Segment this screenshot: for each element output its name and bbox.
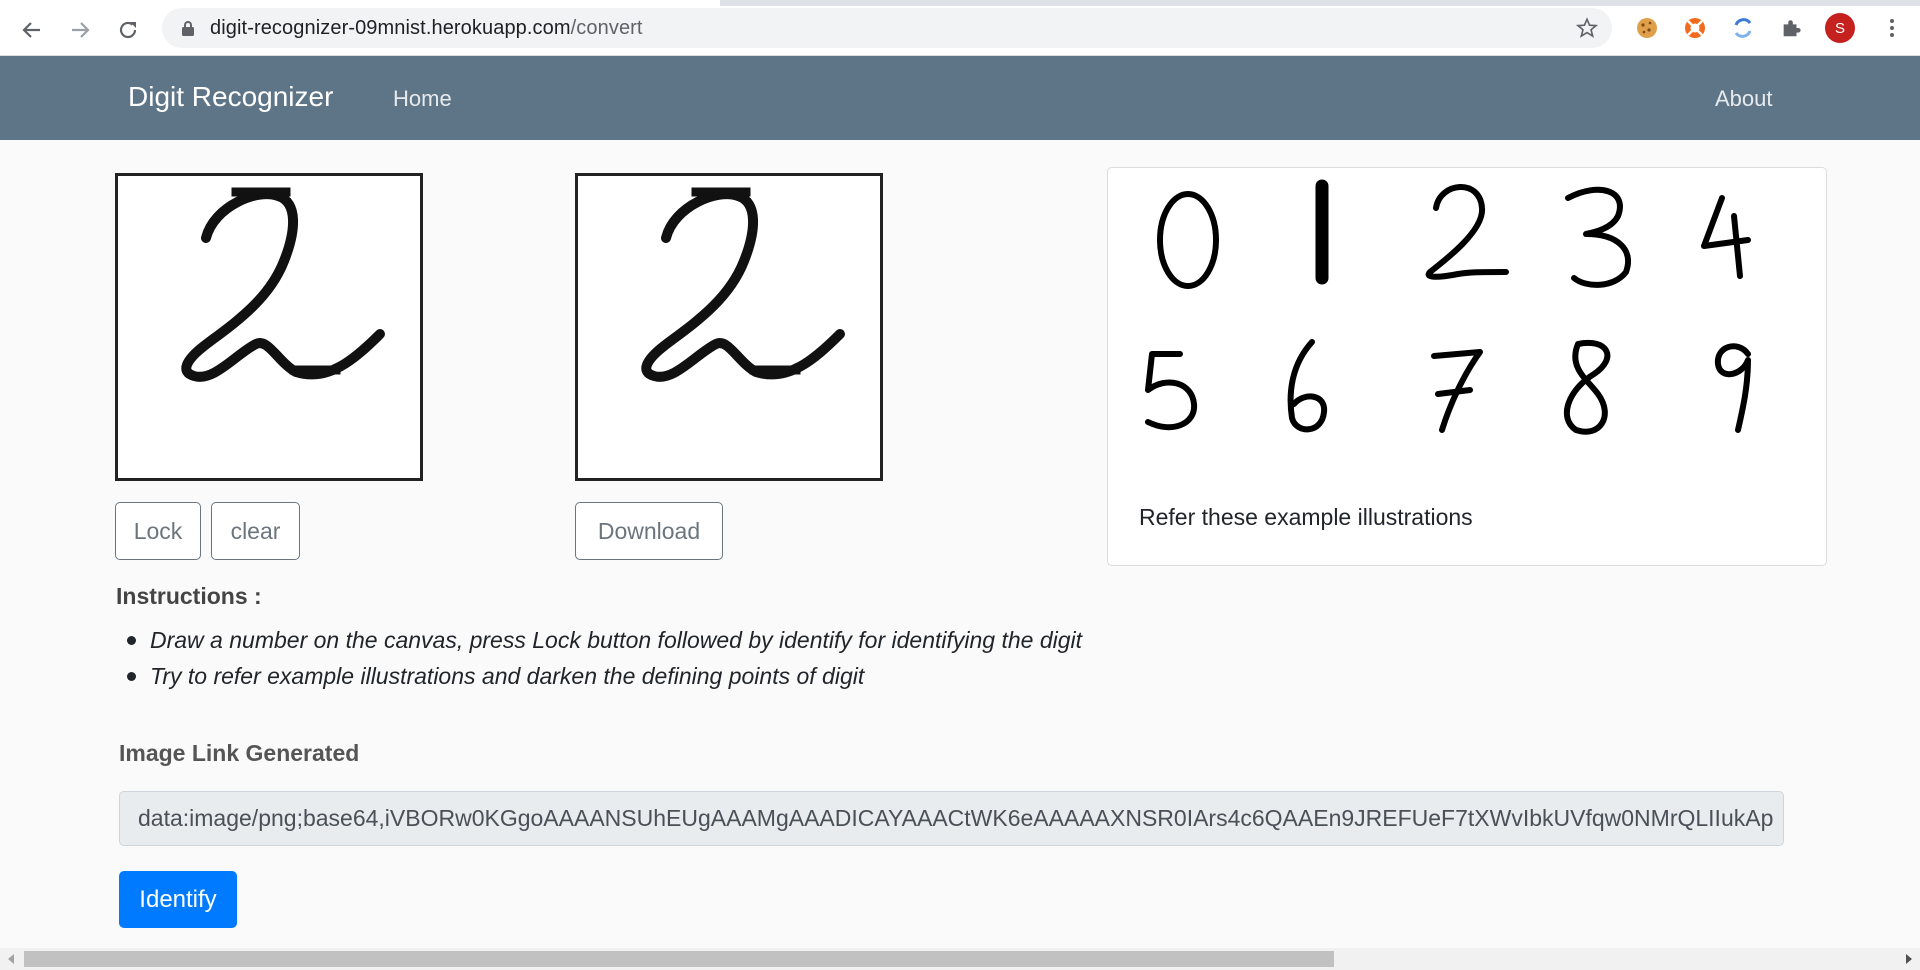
scroll-left-arrow-icon[interactable] xyxy=(8,954,14,964)
scrollbar-thumb[interactable] xyxy=(24,951,1334,967)
example-digit-3 xyxy=(1565,186,1631,288)
reload-button[interactable] xyxy=(110,12,146,48)
active-tab[interactable] xyxy=(0,0,720,6)
cookie-icon[interactable] xyxy=(1633,14,1661,42)
identify-button[interactable]: Identify xyxy=(119,871,237,928)
clear-button[interactable]: clear xyxy=(211,502,300,560)
example-digits-image xyxy=(1145,179,1751,435)
instructions-list: Draw a number on the canvas, press Lock … xyxy=(126,625,1082,697)
arrow-left-icon xyxy=(22,22,40,38)
image-link-field[interactable]: data:image/png;base64,iVBORw0KGgoAAAANSU… xyxy=(119,791,1784,846)
url-text: digit-recognizer-09mnist.herokuapp.com/c… xyxy=(210,17,643,40)
bookmark-star-icon[interactable] xyxy=(1576,17,1598,39)
nav-home-link[interactable]: Home xyxy=(393,86,452,112)
back-button[interactable] xyxy=(14,12,50,48)
instruction-item: Try to refer example illustrations and d… xyxy=(126,661,1082,697)
preview-digit-stroke xyxy=(641,187,845,382)
lock-icon xyxy=(182,21,194,36)
download-button[interactable]: Download xyxy=(575,502,723,560)
example-digit-4 xyxy=(1701,195,1751,279)
examples-caption: Refer these example illustrations xyxy=(1139,504,1473,530)
scroll-right-arrow-icon[interactable] xyxy=(1906,954,1912,964)
horizontal-scrollbar[interactable] xyxy=(0,948,1920,970)
lock-button[interactable]: Lock xyxy=(115,502,201,560)
example-digit-5 xyxy=(1145,351,1198,431)
locked-preview-canvas xyxy=(575,173,883,481)
url-path: /convert xyxy=(570,16,643,39)
profile-avatar[interactable]: S xyxy=(1825,13,1855,43)
instructions-title: Instructions : xyxy=(116,583,262,609)
example-digit-9 xyxy=(1714,343,1751,433)
browser-toolbar: digit-recognizer-09mnist.herokuapp.com/c… xyxy=(0,0,1920,56)
example-illustrations-card: Refer these example illustrations xyxy=(1107,167,1827,566)
drawing-canvas[interactable] xyxy=(115,173,423,481)
example-digit-2 xyxy=(1425,184,1509,280)
url-host: digit-recognizer-09mnist.herokuapp.com xyxy=(210,16,571,39)
example-digit-0 xyxy=(1157,191,1219,289)
reload-icon xyxy=(119,21,137,39)
profile-initial: S xyxy=(1834,19,1845,37)
example-digit-6 xyxy=(1287,339,1328,433)
sync-icon[interactable] xyxy=(1729,14,1757,42)
example-digit-8 xyxy=(1564,339,1611,435)
image-link-label: Image Link Generated xyxy=(119,740,360,766)
arrow-right-icon xyxy=(72,22,90,38)
more-menu-icon[interactable] xyxy=(1880,14,1904,42)
site-navbar: Digit Recognizer Home About xyxy=(0,56,1920,140)
tab-strip xyxy=(0,0,1920,6)
forward-button[interactable] xyxy=(62,12,98,48)
drawn-digit-stroke xyxy=(181,187,385,382)
instruction-item: Draw a number on the canvas, press Lock … xyxy=(126,625,1082,661)
brand-link[interactable]: Digit Recognizer xyxy=(128,81,333,113)
lifebuoy-icon[interactable] xyxy=(1681,14,1709,42)
example-digit-7 xyxy=(1431,349,1483,433)
address-bar[interactable]: digit-recognizer-09mnist.herokuapp.com/c… xyxy=(162,8,1612,48)
nav-about-link[interactable]: About xyxy=(1715,86,1773,112)
puzzle-icon[interactable] xyxy=(1777,14,1805,42)
